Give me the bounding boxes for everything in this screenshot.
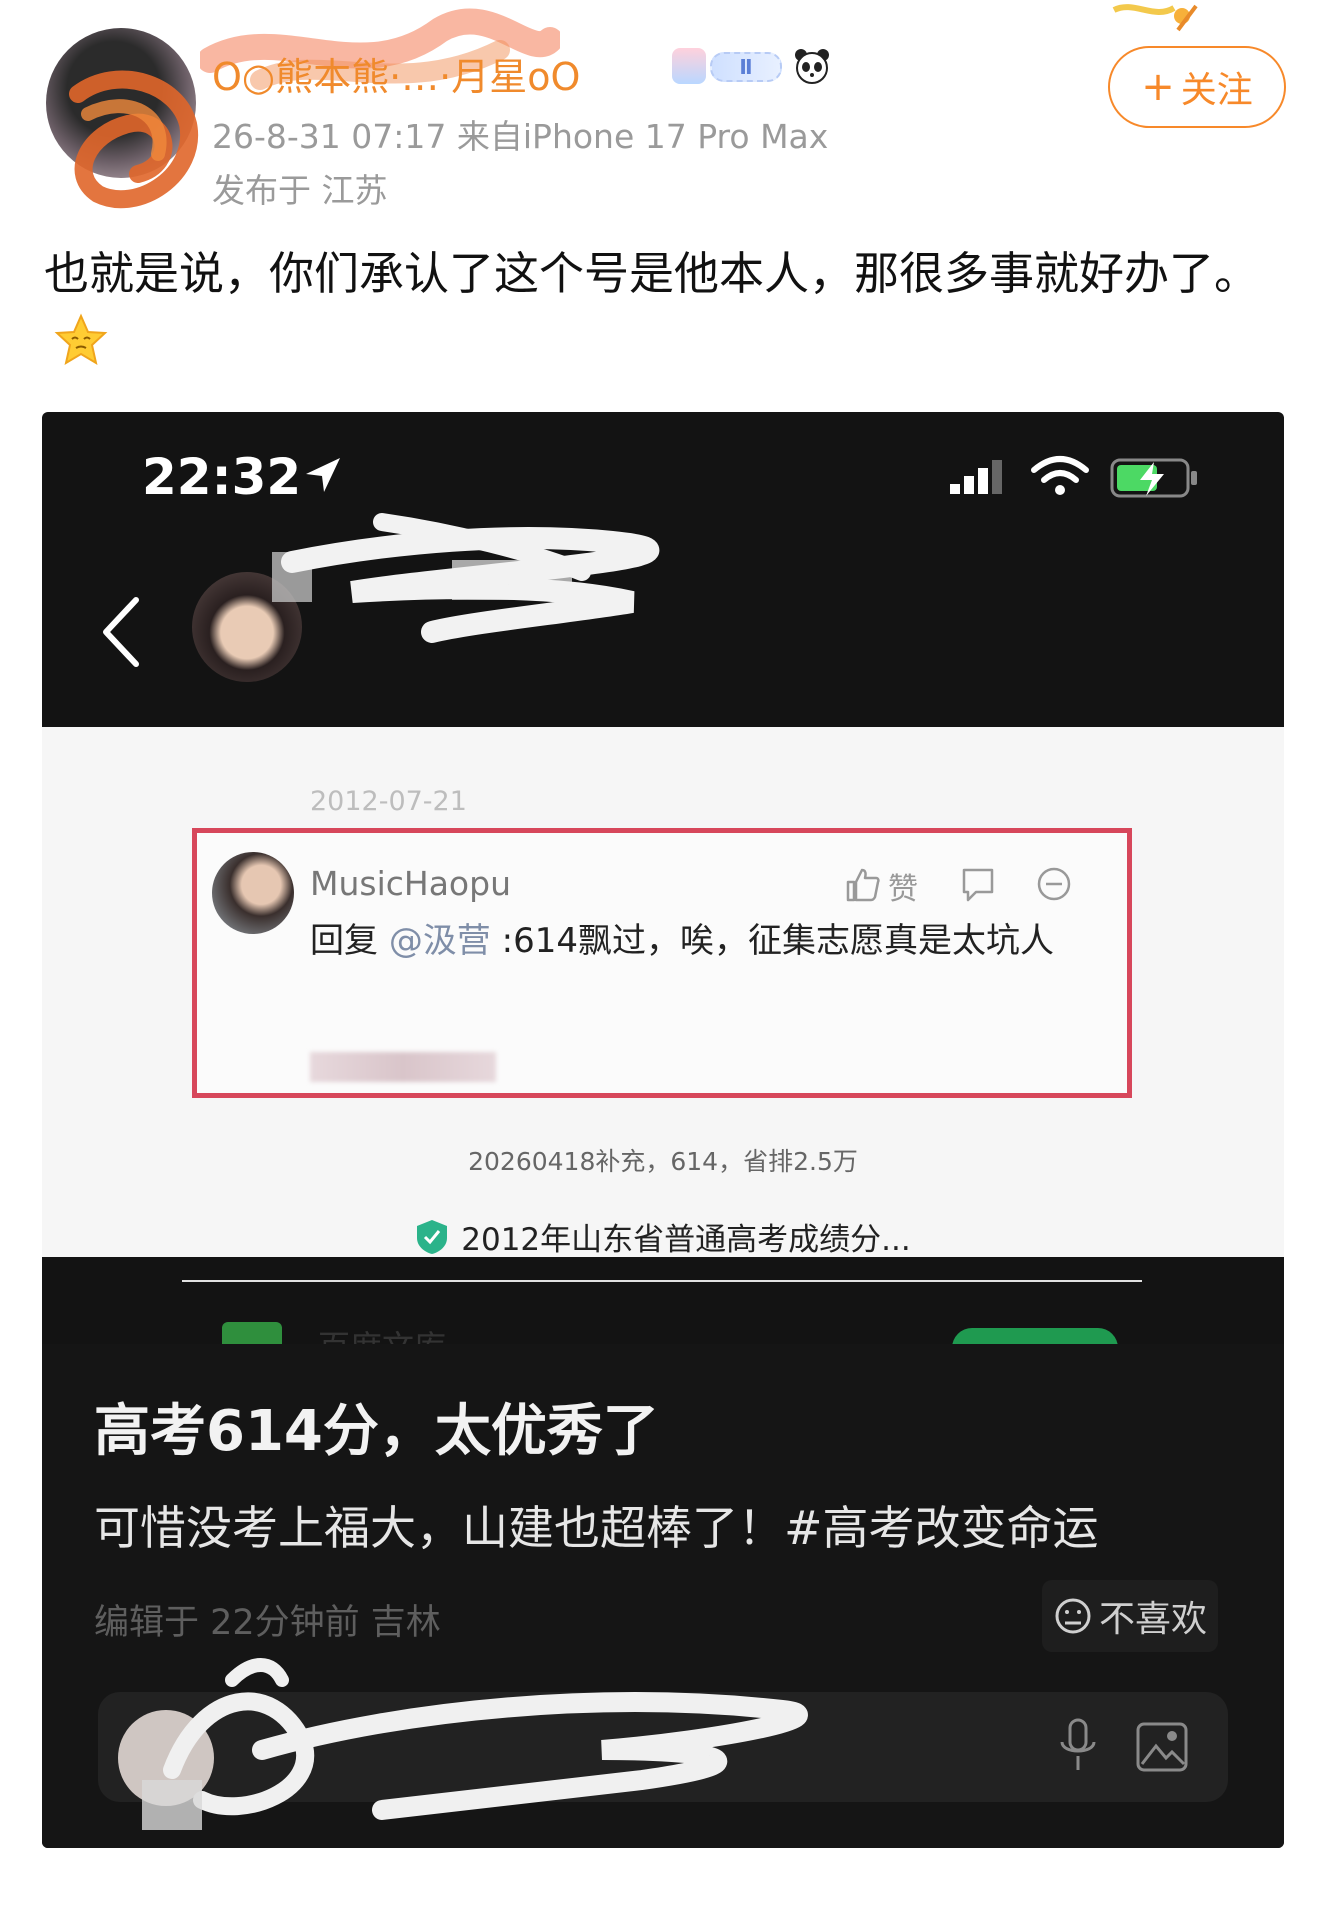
level-badge: Ⅱ xyxy=(710,52,782,82)
post-header: O○熊本熊·…·月星oO Ⅱ 26-8-31 07:17 来自iPhone 17… xyxy=(0,0,1320,220)
dislike-button[interactable]: 不喜欢 xyxy=(1042,1580,1218,1652)
plus-icon: + xyxy=(1141,64,1175,110)
source-link[interactable]: 2012年山东省普通高考成绩分... xyxy=(42,1214,1284,1259)
avatar-redaction-scribble xyxy=(69,70,199,209)
like-label[interactable]: 赞 xyxy=(888,864,918,908)
like-icon[interactable] xyxy=(842,864,882,904)
follow-button-label: 关注 xyxy=(1180,70,1253,111)
vip-badge-icon xyxy=(672,48,706,84)
embedded-screenshot[interactable]: 22:32 关注 201 xyxy=(42,412,1284,1848)
dislike-label: 不喜欢 xyxy=(1098,1599,1207,1640)
shield-icon xyxy=(417,1219,448,1254)
creator-redaction-scribble xyxy=(272,513,660,643)
edit-meta: 编辑于 22分钟前 吉林 xyxy=(94,1603,441,1643)
caption-body: 可惜没考上福大，山建也超棒了！#高考改变命运 xyxy=(94,1501,1099,1555)
post-location: 发布于 江苏 xyxy=(212,171,388,210)
more-icon[interactable] xyxy=(1034,864,1074,904)
user-name[interactable]: O○熊本熊·…·月星oO xyxy=(212,46,580,101)
blurred-content xyxy=(310,1052,496,1082)
supplement-note: 20260418补充，614，省排2.5万 xyxy=(468,1147,858,1176)
star-emoji-icon xyxy=(54,313,108,366)
divider xyxy=(182,1280,1142,1282)
avatar[interactable] xyxy=(40,14,210,214)
post-text: 也就是说，你们承认了这个号是他本人，那很多事就好办了。 xyxy=(44,240,1284,376)
mic-icon[interactable] xyxy=(1054,1716,1102,1776)
comment-username[interactable]: MusicHaopu xyxy=(310,864,511,903)
wifi-icon xyxy=(1031,456,1089,495)
bottom-redaction-scribble xyxy=(142,1658,808,1830)
comment-body: :614飘过，唉，征集志愿真是太坑人 xyxy=(490,921,1054,961)
back-icon[interactable] xyxy=(98,594,144,670)
source-title: 2012年山东省普通高考成绩分... xyxy=(461,1222,911,1258)
battery-icon xyxy=(1110,458,1197,498)
comment-prefix: 回复 xyxy=(310,921,389,961)
comment-mention[interactable]: @汲营 xyxy=(389,921,491,961)
follow-button[interactable]: + 关注 xyxy=(1108,46,1286,128)
post-text-content: 也就是说，你们承认了这个号是他本人，那很多事就好办了。 xyxy=(44,247,1260,300)
signal-icon xyxy=(950,460,1002,494)
panda-icon xyxy=(795,49,829,84)
reply-icon[interactable] xyxy=(958,864,998,904)
comment-text: 回复 @汲营 :614飘过，唉，征集志愿真是太坑人 xyxy=(310,914,1110,968)
comment-date: 2012-07-21 xyxy=(310,786,467,817)
image-icon[interactable] xyxy=(1134,1720,1190,1774)
decoration-icon xyxy=(1112,4,1198,32)
post-timestamp: 26-8-31 07:17 来自iPhone 17 Pro Max xyxy=(212,117,829,156)
caption-title: 高考614分，太优秀了 xyxy=(94,1399,659,1464)
comment-avatar[interactable] xyxy=(212,852,294,934)
dislike-icon xyxy=(1055,1598,1091,1634)
